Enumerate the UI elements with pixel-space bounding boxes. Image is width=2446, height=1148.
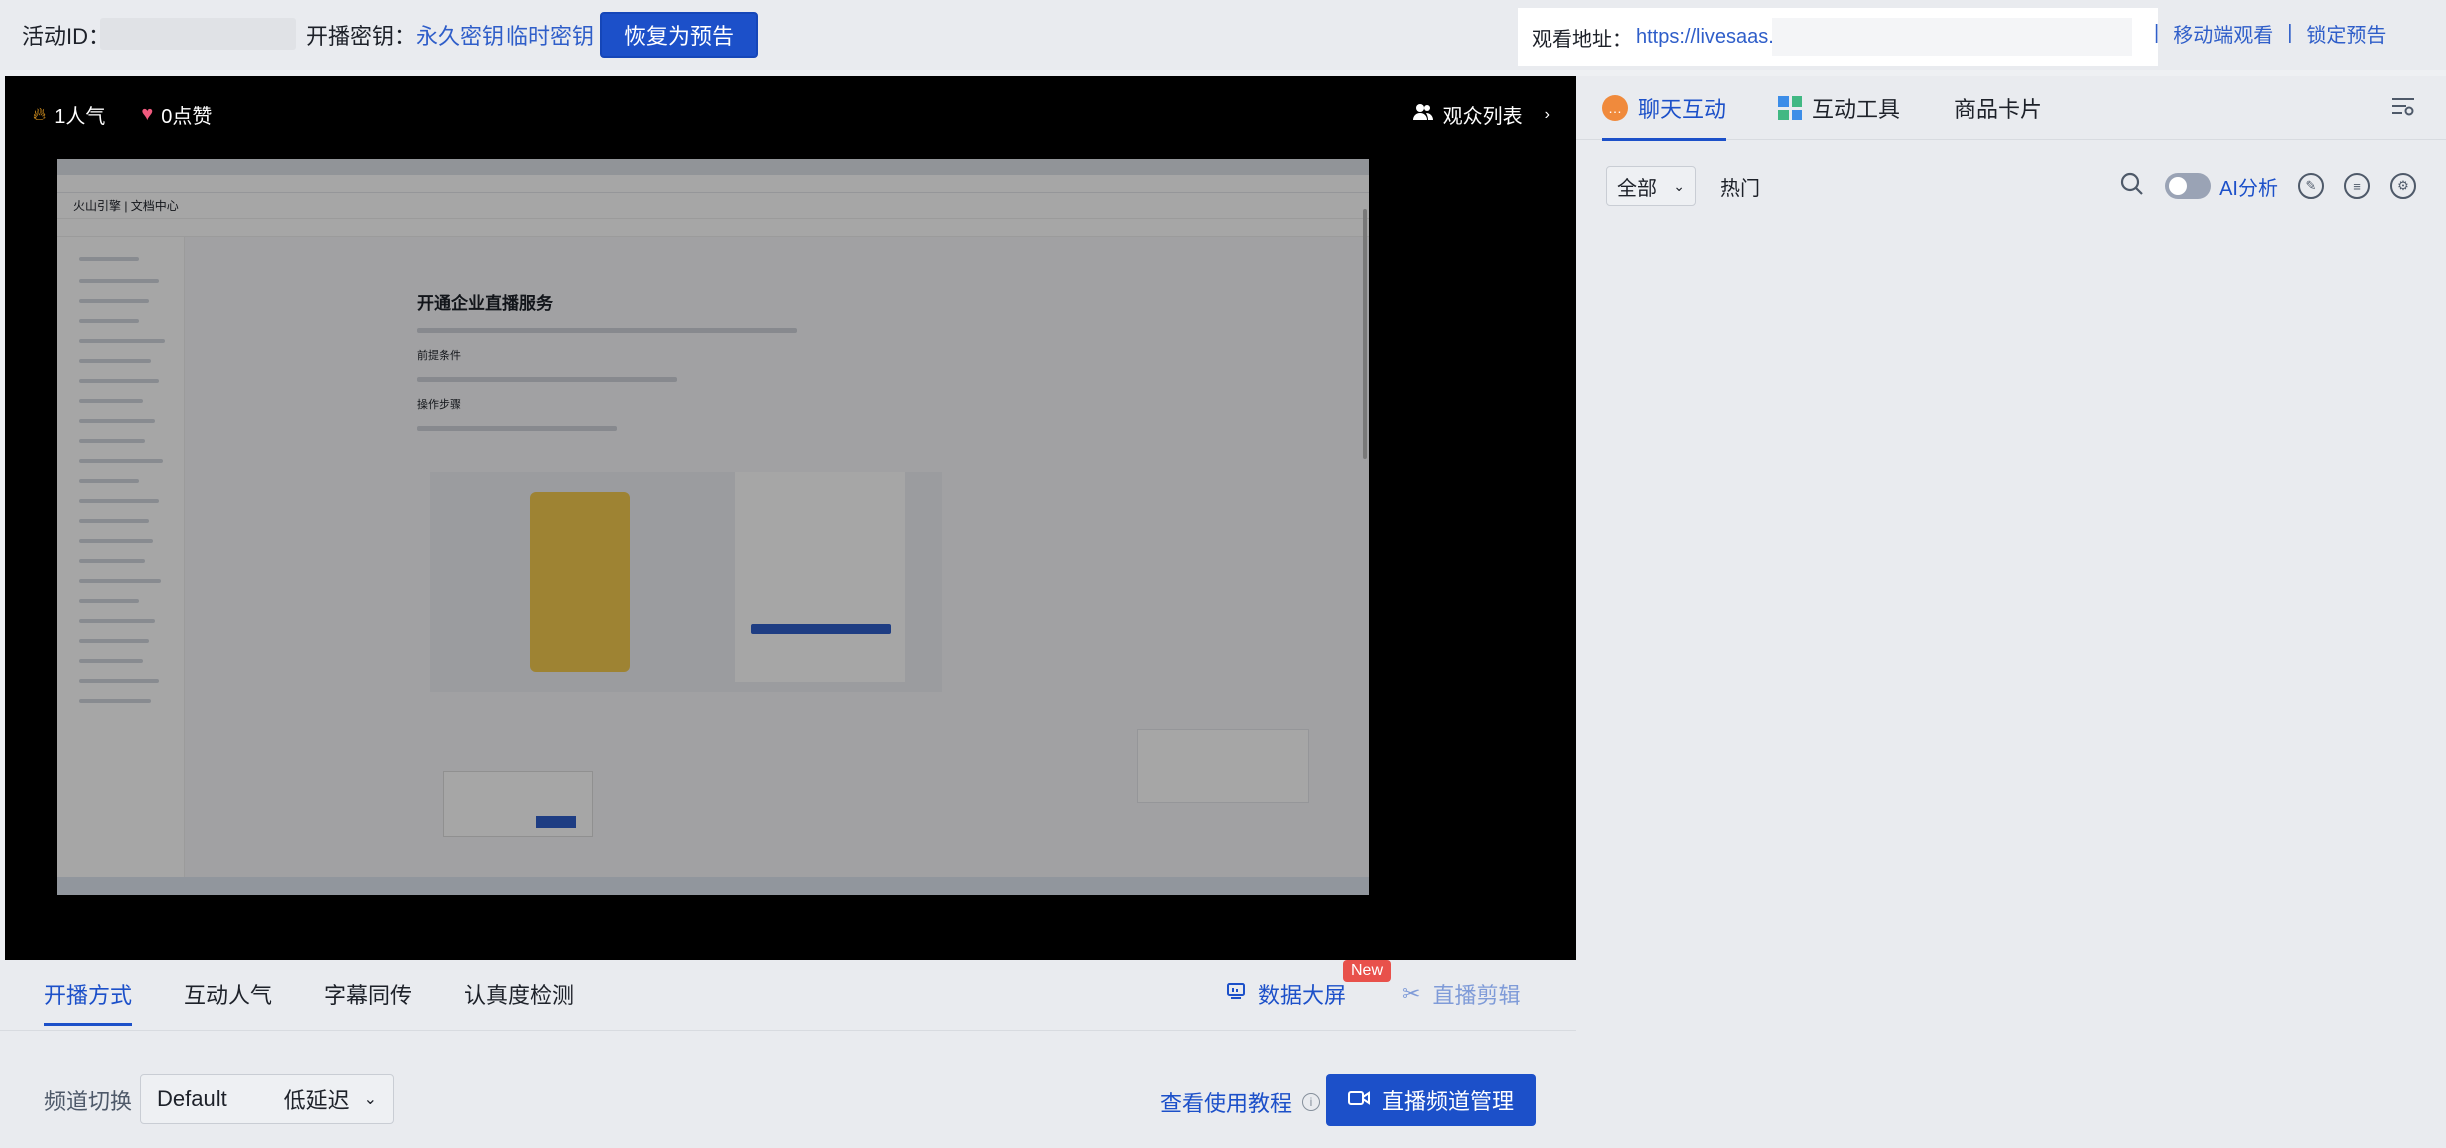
tab-live-subtitles[interactable]: 字幕同传 [324,978,412,1026]
info-icon: i [1302,1093,1321,1111]
popularity-count: 1人气 [54,106,106,128]
scissors-icon: ✂ [1402,981,1421,1006]
channel-value: Default [157,1086,227,1111]
activity-id-value-masked [100,18,296,50]
monitor-icon [1226,981,1246,1007]
chat-icon: … [1602,95,1628,121]
tab-label: 互动工具 [1812,97,1901,122]
filter-settings-icon[interactable] [2392,96,2414,122]
watch-address-box: 观看地址： https://livesaas. [1518,8,2158,66]
separator: | [2287,21,2293,44]
live-video-player[interactable]: 🔥︎ 1人气 ♥ 0点赞 观众列表 › 火山引擎 | 文档中心 开通企业直播服务… [5,76,1576,960]
data-screen-label: 数据大屏 [1258,983,1347,1008]
channel-manage-button[interactable]: 直播频道管理 [1326,1074,1536,1126]
watch-address-label: 观看地址： [1532,28,1632,51]
tab-stream-method[interactable]: 开播方式 [44,978,133,1026]
activity-id-label: 活动ID： [22,24,111,49]
tab-label: 商品卡片 [1954,97,2043,122]
bottom-tabs: 开播方式 互动人气 字幕同传 认真度检测 [44,978,574,1026]
audience-list-button[interactable]: 观众列表 › [1412,100,1550,129]
separator: | [2154,21,2160,44]
users-icon [1412,103,1433,127]
latency-value: 低延迟 [283,1088,350,1113]
fire-icon: 🔥︎ [33,104,47,124]
bottom-tabs-divider [0,1030,1576,1031]
audience-list-label: 观众列表 [1442,106,1523,128]
chevron-down-icon: ⌄ [363,1091,377,1108]
chat-tools: AI分析 ✎ ≡ ⚙ [2119,171,2416,202]
popularity-stat: 🔥︎ 1人气 [33,100,105,129]
likes-count: 0点赞 [161,106,213,128]
filter-select-value: 全部 [1617,177,1657,200]
tab-interaction-popularity[interactable]: 互动人气 [184,978,272,1026]
watch-url-link[interactable]: https://livesaas. [1636,26,1774,49]
tutorial-label: 查看使用教程 [1160,1091,1293,1116]
new-badge: New [1343,960,1392,982]
data-screen-button[interactable]: 数据大屏 [1226,978,1346,1010]
channel-manage-label: 直播频道管理 [1381,1089,1514,1114]
chevron-right-icon: › [1544,105,1550,123]
ai-analysis-toggle[interactable] [2165,173,2212,199]
screen-dim-overlay [57,159,1369,895]
ai-analysis-label: AI分析 [2219,177,2278,200]
tab-attention-detection[interactable]: 认真度检测 [464,978,574,1026]
tab-label: 聊天互动 [1638,97,1727,122]
stream-key-label: 开播密钥： [306,24,417,49]
video-camera-icon [1347,1087,1370,1113]
shared-screen-preview: 火山引擎 | 文档中心 开通企业直播服务 前提条件 操作步骤 [57,159,1369,895]
mobile-watch-link[interactable]: 移动端观看 [2173,19,2273,48]
tab-product-cards[interactable]: 商品卡片 [1954,76,2042,140]
temporary-key-link[interactable]: 临时密钥 [506,0,594,70]
tab-interactive-tools[interactable]: 互动工具 [1778,76,1900,140]
chat-filter-select[interactable]: 全部 ⌄ [1606,166,1696,206]
chat-filter-row: 全部 ⌄ 热门 AI分析 ✎ ≡ ⚙ [1606,164,2416,208]
likes-stat: ♥ 0点赞 [141,100,212,129]
channel-switch-label: 频道切换 [44,1089,133,1114]
message-icon[interactable]: ≡ [2344,173,2370,199]
apps-grid-icon [1778,96,1802,120]
edit-icon[interactable]: ✎ [2298,173,2324,199]
live-clip-label: 直播剪辑 [1432,983,1521,1008]
chevron-down-icon: ⌄ [1673,177,1685,194]
live-clip-button[interactable]: ✂ 直播剪辑 [1402,978,1520,1010]
top-right-links: | 移动端观看 | 锁定预告 [2140,0,2386,66]
bottom-panel: 开播方式 互动人气 字幕同传 认真度检测 数据大屏 New ✂ 直播剪辑 频道切… [0,960,1576,1148]
right-panel: … 聊天互动 互动工具 商品卡片 全部 ⌄ 热门 AI分析 ✎ ≡ ⚙ [1576,76,2446,1148]
live-stats: 🔥︎ 1人气 ♥ 0点赞 [33,100,212,129]
tutorial-link[interactable]: 查看使用教程 i [1160,1086,1321,1118]
tab-chat-interaction[interactable]: … 聊天互动 [1602,76,1727,141]
hot-filter-tab[interactable]: 热门 [1720,172,1760,201]
settings-icon[interactable]: ⚙ [2390,173,2416,199]
heart-icon: ♥ [141,103,154,125]
permanent-key-link[interactable]: 永久密钥 [416,0,504,70]
top-bar: 活动ID： 开播密钥： 永久密钥 临时密钥 恢复为预告 观看地址： https:… [0,0,2446,70]
lock-preview-link[interactable]: 锁定预告 [2306,19,2386,48]
restore-preview-button[interactable]: 恢复为预告 [600,12,758,58]
right-tabs: … 聊天互动 互动工具 商品卡片 [1576,76,2446,141]
channel-select[interactable]: Default 低延迟 ⌄ [140,1074,394,1124]
watch-url-mask [1772,18,2132,56]
search-icon[interactable] [2119,171,2145,202]
